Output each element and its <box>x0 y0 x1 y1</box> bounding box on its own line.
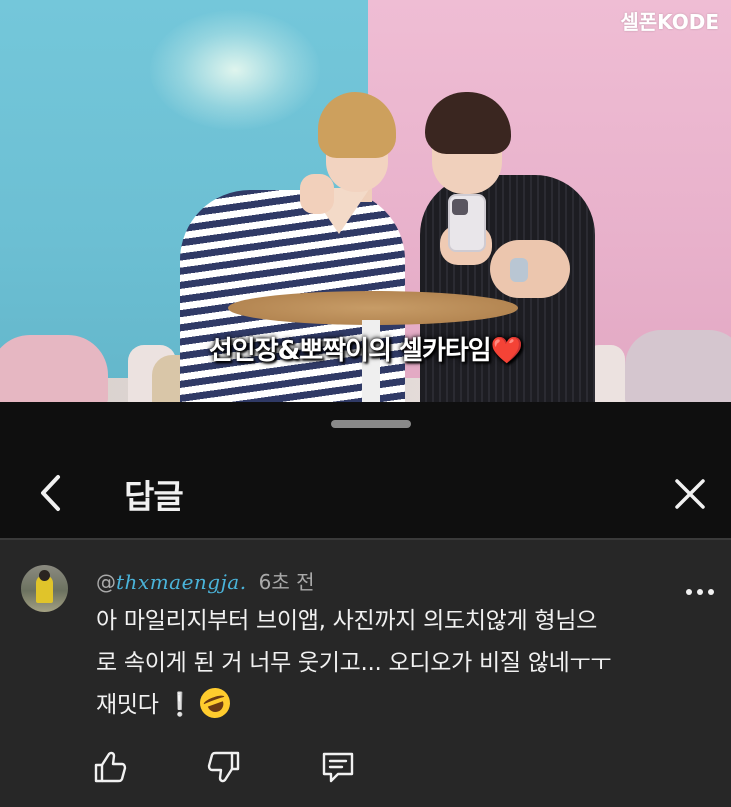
avatar-figure <box>39 570 50 581</box>
replies-sheet: 답글 @ thxmaengja. 6초 전 아 마일리지부터 브이앱, 사진까지… <box>0 402 731 807</box>
reply-icon <box>322 752 354 783</box>
comment-line-text: 재밋다 <box>96 692 159 718</box>
video-light <box>150 10 320 130</box>
app-frame: 선인장&뽀짝이의 셀카타임❤️ 셀폰KODE 답글 @ thxmaengja. … <box>0 0 731 807</box>
comment-line: 아 마일리지부터 브이앱, 사진까지 의도치않게 형님으 <box>96 608 597 634</box>
comment-author-prefix: @ <box>96 570 116 594</box>
more-vertical-icon <box>686 589 714 595</box>
rofl-emoji <box>195 683 235 723</box>
comment-line: 로 속이게 된 거 너무 웃기고... 오디오가 비질 않네ㅜㅜ <box>96 650 612 676</box>
thumbs-up-icon <box>94 751 127 783</box>
thumbs-down-icon <box>207 751 240 783</box>
reply-button[interactable] <box>316 745 360 789</box>
sheet-header: 답글 <box>0 446 731 538</box>
channel-logo: 셀폰KODE <box>620 10 719 34</box>
comment-line: 재밋다 ❕ <box>96 683 696 726</box>
video-player[interactable]: 선인장&뽀짝이의 셀카타임❤️ 셀폰KODE <box>0 0 731 402</box>
chevron-left-icon <box>41 475 60 511</box>
comment-actions <box>88 745 360 789</box>
comment-body: 아 마일리지부터 브이앱, 사진까지 의도치않게 형님으 로 속이게 된 거 너… <box>96 600 696 726</box>
sheet-title: 답글 <box>124 477 184 516</box>
comment-meta: @ thxmaengja. 6초 전 <box>96 566 314 595</box>
close-button[interactable] <box>664 468 716 520</box>
comment-item: @ thxmaengja. 6초 전 아 마일리지부터 브이앱, 사진까지 의도… <box>0 540 731 807</box>
video-person-right <box>490 240 570 298</box>
video-phone-camera <box>452 199 468 215</box>
avatar[interactable] <box>21 565 68 612</box>
more-options-button[interactable] <box>684 582 716 602</box>
heart-icon: ❤️ <box>490 336 523 366</box>
comment-timestamp: 6초 전 <box>258 570 315 594</box>
video-caption-text: 선인장&뽀짝이의 셀카타임 <box>208 336 492 366</box>
video-caption: 선인장&뽀짝이의 셀카타임❤️ <box>0 330 731 367</box>
video-watch <box>510 258 528 282</box>
like-button[interactable] <box>88 745 132 789</box>
comment-author[interactable]: thxmaengja. <box>116 570 247 594</box>
drag-handle[interactable] <box>331 420 411 428</box>
dislike-button[interactable] <box>202 745 246 789</box>
back-button[interactable] <box>26 468 76 518</box>
video-person-left <box>300 174 334 214</box>
close-icon <box>675 479 705 509</box>
exclamation-emoji: ❕ <box>165 692 195 718</box>
